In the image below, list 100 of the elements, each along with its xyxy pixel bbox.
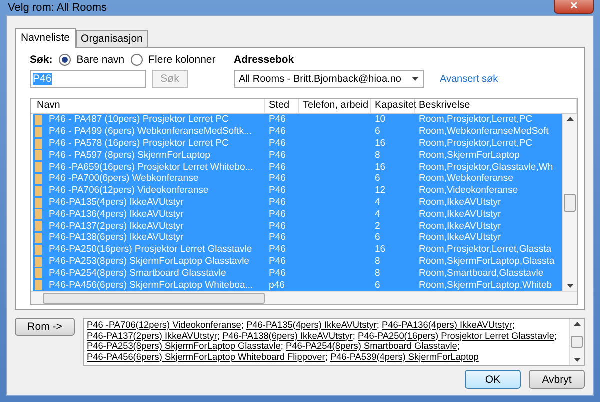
table-cell-text: Room,Prosjektor,Lerret,PC [418, 114, 534, 126]
tab[interactable]: Organisasjon [76, 30, 148, 48]
table-cell-text: 12 [374, 185, 387, 196]
room-icon [35, 280, 42, 290]
table-cell-text: P46 [268, 114, 287, 126]
window-title: Velg rom: All Rooms [7, 2, 108, 14]
table-cell-text: Room,IkkeAVUtstyr [418, 232, 502, 244]
table-cell-text: P46 [268, 197, 287, 208]
scroll-down-icon[interactable] [574, 358, 580, 362]
table-cell-text: Room,IkkeAVUtstyr [418, 220, 502, 232]
table-cell-text: 4 [374, 208, 382, 220]
selected-rooms-field[interactable] [83, 318, 585, 366]
table-cell-text: P46-PA138(6pers) IkkeAVUtstyr [48, 232, 185, 244]
table-cell-text: P46 [268, 220, 287, 232]
room-link[interactable]: P46-PA250(16pers) Prosjektor Lerret Glasstavle [358, 330, 554, 340]
table-cell-text: P46 [268, 208, 287, 220]
table-cell-text: 16 [374, 138, 387, 150]
table-cell-text: P46 - PA499 (6pers) WebkonferanseMedSoftk... [48, 126, 253, 138]
table-cell-text: P46 -PA706(12pers) Videokonferanse [48, 185, 210, 196]
separator: ; [376, 320, 380, 330]
table-cell-text: Room,Smartboard,Glasstavle [418, 268, 545, 279]
table-cell-text: 10 [374, 114, 387, 126]
horizontal-scrollbar[interactable] [31, 291, 577, 304]
room-link[interactable]: P46-PA539(4pers) SkjermForLaptop [330, 352, 479, 362]
table-cell-text: Room,IkkeAVUtstyr [418, 197, 502, 208]
table-cell-text: P46-PA250(16pers) Prosjektor Lerret Glasstavle [48, 244, 254, 256]
scroll-thumb[interactable] [564, 194, 576, 212]
table-cell-text: P46 [268, 162, 287, 173]
scroll-thumb[interactable] [571, 336, 583, 348]
room-link[interactable]: P46-PA138(6pers) IkkeAVUtstyr [222, 330, 353, 340]
vertical-scrollbar[interactable] [569, 319, 584, 365]
table-cell-text: Room,Prosjektor,Glasstavle,Wh [418, 162, 554, 173]
table-cell-text: Room,WebkonferanseMedSoft [418, 126, 550, 138]
table-cell-text: P46 [268, 138, 287, 150]
room-link[interactable]: P46-PA135(4pers) IkkeAVUtstyr [246, 320, 377, 330]
table-cell-text: Room,Prosjektor,Lerret,PC [418, 138, 534, 150]
table-cell-text: Room,IkkeAVUtstyr [418, 208, 502, 220]
table-cell-text: Room,SkjermForLaptop,Whiteb [418, 280, 554, 291]
separator: ; [217, 330, 220, 340]
room-icon [35, 186, 42, 196]
separator: ; [554, 330, 557, 340]
room-link[interactable]: P46-PA137(2pers) IkkeAVUtstyr [87, 330, 218, 340]
table-cell-text: Room,Videokonferanse [418, 185, 520, 196]
tab[interactable]: Navneliste [15, 28, 76, 48]
rooms-button[interactable]: Rom -> [15, 318, 75, 336]
separator: ; [241, 320, 244, 330]
dropdown-arrow-icon[interactable] [412, 77, 419, 82]
room-link[interactable]: P46-PA456(6pers) SkjermForLaptop Whiteboard Flippover [87, 352, 326, 362]
room-icon [35, 114, 42, 125]
room-link[interactable]: P46-PA136(4pers) IkkeAVUtstyr [382, 320, 512, 330]
cancel-button[interactable]: Avbryt [529, 370, 585, 389]
separator: ; [457, 341, 460, 351]
table-cell-text: 6 [374, 126, 382, 138]
table-cell-text: P46 -PA700(6pers) Webkonferanse [48, 173, 200, 184]
scroll-up-icon[interactable] [574, 322, 580, 326]
table-cell-text: P46-PA135(4pers) IkkeAVUtstyr [48, 197, 185, 208]
advanced-search-link[interactable]: Avansert søk [440, 74, 498, 85]
table-cell-text: P46 - PA487 (10pers) Prosjektor Lerret PC [48, 114, 230, 126]
table-cell-text: P46 - PA597 (8pers) SkjermForLaptop [48, 150, 212, 161]
table-cell-text: 6 [374, 280, 382, 291]
column-header[interactable]: Telefon, arbeid [299, 99, 371, 114]
table-cell-text: 2 [374, 220, 382, 232]
scroll-down-icon[interactable] [566, 284, 574, 288]
column-header[interactable]: Beskrivelse [415, 99, 577, 114]
room-icon [35, 126, 42, 137]
room-link[interactable]: P46 -PA706(12pers) Videokonferanse [87, 320, 242, 330]
scroll-up-icon[interactable] [566, 117, 574, 122]
radio-button[interactable] [130, 54, 143, 66]
table-cell-text: 6 [374, 232, 382, 244]
table-cell-text: Room,Webkonferanse [418, 173, 514, 184]
vertical-scrollbar[interactable] [562, 114, 577, 291]
table-cell-text: 8 [374, 150, 382, 161]
separator: ; [280, 341, 284, 351]
separator: ; [512, 320, 515, 330]
table-cell-text: Room,SkjermForLaptop [418, 150, 521, 161]
address-book-dropdown[interactable]: All Rooms - Britt.Bjornback@hioa.no [234, 70, 424, 88]
search-label: Søk: [30, 54, 53, 66]
column-header[interactable]: Kapasitet [371, 99, 415, 114]
room-icon [35, 244, 42, 255]
radio-button[interactable] [58, 54, 71, 66]
table-cell-text: P46 [268, 173, 287, 184]
table-cell-text: 8 [374, 268, 382, 279]
separator: ; [352, 330, 356, 340]
table-cell-text: P46 [268, 256, 287, 267]
scroll-thumb[interactable] [43, 292, 265, 304]
table-cell-text: Room,SkjermForLaptop,Glassta [418, 256, 555, 267]
table-cell-text: P46-PA253(8pers) SkjermForLaptop Glasstavle [48, 256, 250, 267]
table-cell-text: P46 [268, 232, 287, 244]
room-icon [35, 268, 42, 278]
column-header[interactable]: Navn [33, 99, 265, 114]
table-cell-text: 16 [374, 162, 387, 173]
room-link[interactable]: P46-PA254(8pers) Smartboard Glasstavle [286, 341, 458, 351]
ok-button[interactable]: OK [465, 370, 521, 389]
table-cell-text: P46-PA254(8pers) Smartboard Glasstavle [48, 268, 228, 279]
room-link[interactable]: P46-PA253(8pers) SkjermForLaptop Glasstavle [87, 341, 281, 351]
table-cell-text: p46 [268, 280, 286, 291]
address-book-label: Adressebok [234, 54, 296, 66]
table-cell-text: 16 [374, 244, 387, 256]
radio-label: Bare navn [76, 54, 125, 66]
column-header[interactable]: Sted [265, 99, 299, 114]
